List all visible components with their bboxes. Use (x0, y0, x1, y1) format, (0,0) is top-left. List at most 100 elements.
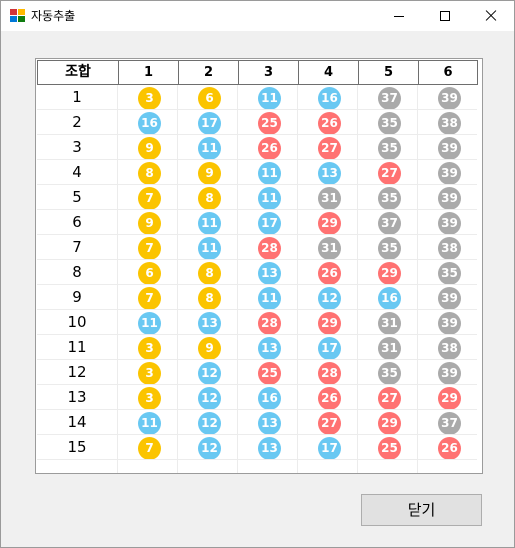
lotto-ball: 27 (378, 162, 401, 185)
table-row[interactable]: 8 6 8 13 26 29 35 (37, 260, 477, 285)
row-number: 8 (72, 263, 82, 281)
table-row[interactable]: 4 8 9 11 13 27 39 (37, 160, 477, 185)
lotto-ball: 25 (378, 437, 401, 460)
lotto-ball: 13 (258, 337, 281, 360)
lotto-ball: 11 (198, 237, 221, 260)
lotto-ball: 39 (438, 187, 461, 210)
table-row[interactable]: 11 3 9 13 17 31 38 (37, 335, 477, 360)
lotto-ball: 12 (318, 287, 341, 310)
lotto-ball: 11 (198, 212, 221, 235)
lotto-ball: 3 (138, 337, 161, 360)
lotto-ball: 3 (138, 87, 161, 110)
lotto-ball: 13 (258, 437, 281, 460)
row-number: 3 (72, 138, 82, 156)
lotto-ball: 11 (258, 87, 281, 110)
window-close-button[interactable] (468, 1, 514, 31)
header-col-4[interactable]: 4 (298, 60, 359, 85)
table-row[interactable]: 6 9 11 17 29 37 39 (37, 210, 477, 235)
header-col-6[interactable]: 6 (418, 60, 478, 85)
combination-grid[interactable]: 조합 1 2 3 4 5 6 1 3 6 11 16 37 39 2 16 17 25 26 35 38 3… (35, 58, 483, 474)
lotto-ball: 13 (258, 262, 281, 285)
lotto-ball: 17 (258, 212, 281, 235)
maximize-icon (440, 11, 450, 21)
lotto-ball: 28 (318, 362, 341, 385)
lotto-ball: 16 (378, 287, 401, 310)
lotto-ball: 26 (318, 112, 341, 135)
lotto-ball: 16 (138, 112, 161, 135)
lotto-ball: 38 (438, 337, 461, 360)
lotto-ball: 9 (198, 337, 221, 360)
lotto-ball: 6 (138, 262, 161, 285)
lotto-ball: 26 (438, 437, 461, 460)
lotto-ball: 11 (258, 162, 281, 185)
lotto-ball: 26 (318, 262, 341, 285)
row-number: 10 (67, 313, 87, 331)
lotto-ball: 17 (318, 437, 341, 460)
table-row[interactable]: 9 7 8 11 12 16 39 (37, 285, 477, 310)
header-combination[interactable]: 조합 (37, 60, 119, 85)
lotto-ball: 3 (138, 387, 161, 410)
lotto-ball: 8 (138, 162, 161, 185)
lotto-ball: 12 (198, 362, 221, 385)
lotto-ball: 25 (258, 112, 281, 135)
lotto-ball: 13 (198, 312, 221, 335)
table-row[interactable]: 15 7 12 13 17 25 26 (37, 435, 477, 460)
app-window: 자동추출 조합 1 2 3 4 5 6 1 3 6 11 16 37 39 2 16 17 25 26… (0, 0, 515, 548)
lotto-ball: 28 (258, 312, 281, 335)
lotto-ball: 25 (258, 362, 281, 385)
header-col-3[interactable]: 3 (238, 60, 299, 85)
close-button[interactable]: 닫기 (361, 494, 482, 526)
header-col-2[interactable]: 2 (178, 60, 239, 85)
lotto-ball: 27 (378, 387, 401, 410)
lotto-ball: 35 (378, 187, 401, 210)
lotto-ball: 8 (198, 287, 221, 310)
row-number: 13 (67, 388, 87, 406)
lotto-ball: 35 (378, 362, 401, 385)
minimize-button[interactable] (376, 1, 422, 31)
lotto-ball: 9 (138, 212, 161, 235)
lotto-ball: 16 (318, 87, 341, 110)
lotto-ball: 26 (258, 137, 281, 160)
row-number: 7 (72, 238, 82, 256)
table-row[interactable]: 5 7 8 11 31 35 39 (37, 185, 477, 210)
lotto-ball: 29 (378, 412, 401, 435)
lotto-ball: 35 (378, 237, 401, 260)
lotto-ball: 29 (318, 212, 341, 235)
lotto-ball: 6 (198, 87, 221, 110)
lotto-ball: 35 (438, 262, 461, 285)
table-row[interactable]: 3 9 11 26 27 35 39 (37, 135, 477, 160)
table-row[interactable]: 7 7 11 28 31 35 38 (37, 235, 477, 260)
lotto-ball: 7 (138, 237, 161, 260)
table-row[interactable]: 10 11 13 28 29 31 39 (37, 310, 477, 335)
lotto-ball: 27 (318, 137, 341, 160)
row-number: 12 (67, 363, 87, 381)
lotto-ball: 9 (138, 137, 161, 160)
lotto-ball: 12 (198, 412, 221, 435)
lotto-ball: 35 (378, 112, 401, 135)
lotto-ball: 31 (318, 187, 341, 210)
lotto-ball: 31 (378, 312, 401, 335)
row-number: 9 (72, 288, 82, 306)
lotto-ball: 17 (318, 337, 341, 360)
lotto-ball: 27 (318, 412, 341, 435)
table-row[interactable]: 2 16 17 25 26 35 38 (37, 110, 477, 135)
row-number: 14 (67, 413, 87, 431)
minimize-icon (394, 16, 404, 17)
lotto-ball: 39 (438, 312, 461, 335)
lotto-ball: 26 (318, 387, 341, 410)
row-number: 6 (72, 213, 82, 231)
lotto-ball: 13 (318, 162, 341, 185)
table-row[interactable]: 14 11 12 13 27 29 37 (37, 410, 477, 435)
row-number: 11 (67, 338, 87, 356)
table-row[interactable]: 12 3 12 25 28 35 39 (37, 360, 477, 385)
table-row[interactable]: 1 3 6 11 16 37 39 (37, 85, 477, 110)
lotto-ball: 39 (438, 87, 461, 110)
header-col-1[interactable]: 1 (118, 60, 179, 85)
header-col-5[interactable]: 5 (358, 60, 419, 85)
lotto-ball: 17 (198, 112, 221, 135)
maximize-button[interactable] (422, 1, 468, 31)
lotto-ball: 39 (438, 212, 461, 235)
lotto-ball: 39 (438, 287, 461, 310)
table-row[interactable]: 13 3 12 16 26 27 29 (37, 385, 477, 410)
lotto-ball: 28 (258, 237, 281, 260)
